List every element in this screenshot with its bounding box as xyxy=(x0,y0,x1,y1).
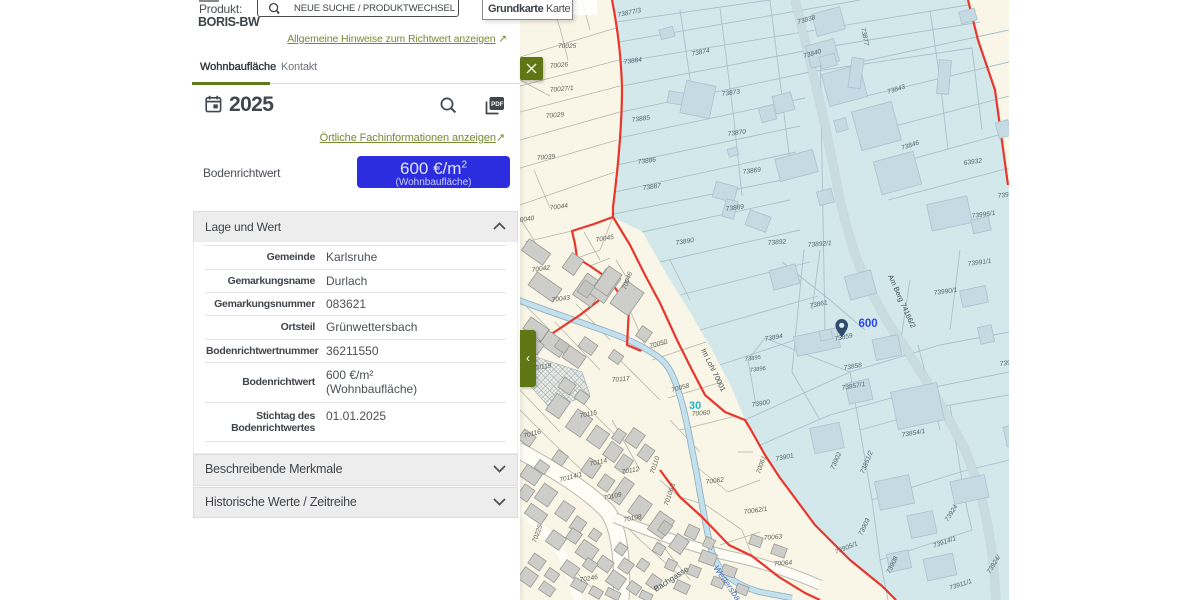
svg-text:739: 739 xyxy=(999,359,1009,368)
svg-text:PDF: PDF xyxy=(491,101,504,108)
svg-text:600: 600 xyxy=(859,318,878,330)
svg-text:30: 30 xyxy=(689,400,701,412)
svg-text:739: 739 xyxy=(997,191,1009,200)
svg-text:70025: 70025 xyxy=(558,43,577,50)
